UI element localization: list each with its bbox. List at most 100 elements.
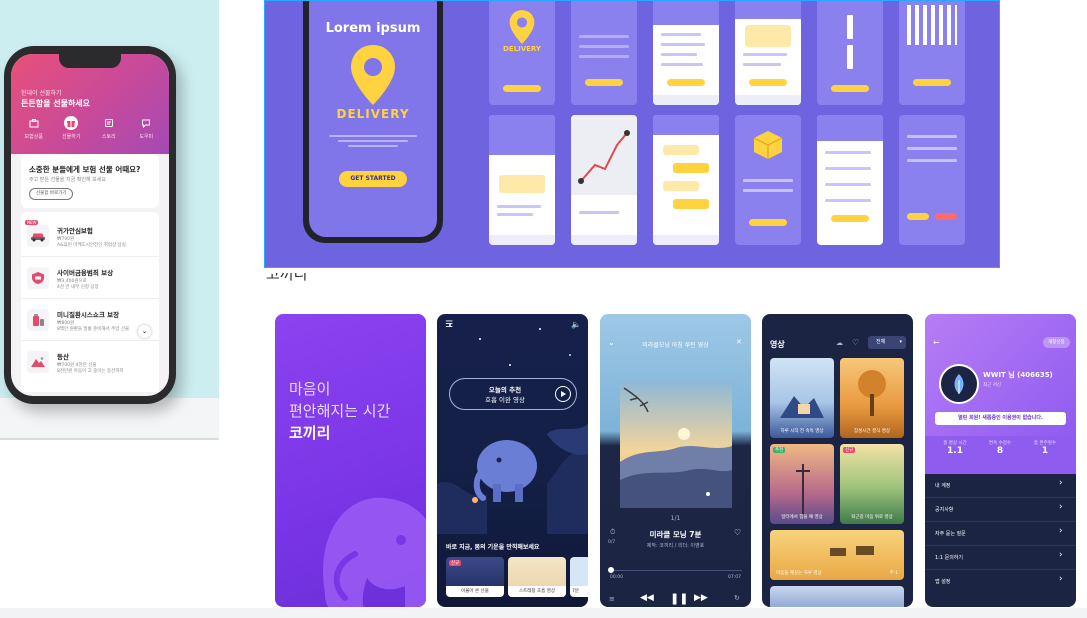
track-title: 미라클 모닝 7분 — [649, 530, 702, 539]
recommend-subtitle: 호흡 이완 영상 — [484, 396, 525, 404]
kokkiri-showcase-panel: 코끼리 마음이 편안해지는 시간 코끼리 ☰ 🔈 오늘의 추천 호흡 이완 영상 — [266, 273, 1087, 608]
menu-item-inquiry[interactable]: 1:1 문의하기 › — [925, 546, 1076, 570]
delivery-settings-card — [899, 115, 965, 245]
menu-item-notices[interactable]: 공지사항 › — [925, 498, 1076, 522]
mini-delivery-brand: DELIVERY — [503, 45, 541, 53]
insurance-phone: 현대이 선물하기 든든함을 선물하세요 보험상품 선물하기 스토리 도우미 소중… — [4, 46, 176, 404]
thumb-label: 이불어 온 선물 — [446, 586, 504, 597]
spring-section-title: 바로 지금, 봄의 기운을 만끽해보세요 — [446, 544, 540, 551]
insurance-header: 현대이 선물하기 든든함을 선물하세요 보험상품 선물하기 스토리 도우미 — [11, 54, 169, 154]
sunrise-artwork — [620, 382, 732, 508]
close-icon[interactable]: ✕ — [736, 338, 742, 346]
video-card[interactable]: 잠성시간 결식 영상 — [840, 358, 904, 438]
mockup-floor — [0, 398, 219, 440]
play-icon[interactable] — [555, 386, 571, 402]
forward-icon[interactable]: ▶▶ — [694, 593, 708, 603]
heart-icon[interactable]: ♡ — [734, 528, 741, 537]
pause-icon[interactable]: ❚❚ — [670, 592, 688, 605]
chevron-right-icon: › — [1059, 478, 1063, 488]
mini-login-button[interactable] — [585, 79, 623, 86]
video-card-wide[interactable]: 마음을 깨끗는 하루 영상 주·1 — [770, 530, 904, 580]
back-icon[interactable]: ← — [933, 338, 940, 347]
mini-order-button[interactable] — [667, 79, 705, 86]
rewind-icon[interactable]: ◀◀ — [640, 593, 654, 603]
product-item[interactable]: 등산 ₩700원 4천만 선물 8천만원 마음이 고 중이는 등산까지 — [21, 342, 159, 382]
tab-story[interactable]: 스토리 — [92, 116, 126, 148]
video-label: 잠성시간 결식 영상 — [854, 429, 890, 434]
mini-package-button[interactable] — [749, 219, 787, 226]
menu-item-account[interactable]: 내 계정 › — [925, 474, 1076, 498]
phone-notch — [59, 54, 121, 68]
chevron-down-icon[interactable]: ⌄ — [138, 325, 151, 338]
delivery-map-card — [571, 115, 637, 245]
product-name: 미니질환시스쇼크 보장 — [57, 311, 120, 319]
recommend-badge: 추천 — [773, 447, 786, 453]
video-label: 퇴근길 마음 위로 영상 — [851, 515, 893, 520]
thumb-card[interactable]: 신규 이불어 온 선물 — [446, 557, 504, 597]
delivery-hero-screen: Lorem ipsum DELIVERY GET STARTED — [309, 1, 437, 237]
kokkiri-home-screen: ☰ 🔈 오늘의 추천 호흡 이완 영상 바로 지금, 봄의 기운을 만끽해보세요… — [437, 314, 588, 607]
video-card-partial[interactable] — [770, 586, 904, 607]
stat-value: 8 — [996, 446, 1004, 456]
playlist-icon[interactable]: ≡ — [609, 595, 615, 603]
recommend-title: 오늘의 추천 — [488, 386, 522, 394]
video-card[interactable]: 추천 일터에서 힘을 예 영상 — [770, 444, 834, 524]
progress-handle[interactable] — [608, 567, 614, 573]
mini-confirm-button[interactable] — [913, 79, 951, 86]
tab-gift[interactable]: 선물하기 — [54, 116, 88, 148]
menu-item-faq[interactable]: 자주 묻는 질문 › — [925, 522, 1076, 546]
video-card[interactable]: 하루 시작 전 속독 영상 — [770, 358, 834, 438]
mini-no-button[interactable] — [935, 213, 957, 220]
product-name: 귀가안심보험 — [57, 227, 93, 235]
tab-products[interactable]: 보험상품 — [17, 116, 51, 148]
stat-meditation: 총 명상 시간 1.1 — [933, 440, 977, 456]
kokkiri-player-screen: ⌄ 미라클모닝 아침 루틴 영상 ✕ 1/1 ⏱ 0/7 미라클 모닝 7분 제… — [600, 314, 751, 607]
membership-notice[interactable]: 열린 회원! 새롭중인 이용권이 없습니다. — [935, 412, 1066, 425]
progress-track[interactable] — [610, 570, 742, 571]
menu-item-settings[interactable]: 앱 설정 › — [925, 570, 1076, 593]
delivery-calendar-card — [899, 1, 965, 105]
product-desc: 8천만원 마음이 고 중이는 등산까지 — [57, 369, 124, 374]
mockup-floor-line — [0, 438, 219, 440]
product-item[interactable]: 사이버금융범죄 보상 ₩3,400원으로 4천 만 내부 인정 상장 — [21, 258, 159, 299]
product-item[interactable]: NEW 귀가안심보험 ₩700원 A&휴먼 마케도시안전인 취업상 상실 — [21, 216, 159, 257]
mini-start-button[interactable] — [503, 85, 541, 92]
mini-profile-button[interactable] — [831, 215, 869, 222]
mini-track-button[interactable] — [831, 85, 869, 92]
delivery-chat-card — [653, 115, 719, 245]
edit-profile-button[interactable]: 개정신청 — [1043, 337, 1070, 348]
menu-item-label: 1:1 문의하기 — [935, 555, 964, 561]
track-counter: 1/1 — [670, 515, 681, 522]
menu-item-label: 앱 설정 — [935, 579, 951, 585]
tab-story-label: 스토리 — [101, 134, 116, 140]
filter-select[interactable]: 전체 ▾ — [868, 336, 906, 349]
heart-icon[interactable]: ♡ — [852, 338, 859, 347]
gift-promo-card: 소중한 분들에게 보험 선물 어때요? 주고 받은 선물을 지금 확인해 보세요… — [21, 154, 159, 208]
thumb-card[interactable]: 스트레칭 호흡 영상 — [508, 557, 566, 597]
repeat-icon[interactable]: ↻ — [734, 594, 740, 602]
elephant-night-illustration — [437, 424, 588, 534]
recommend-card[interactable]: 오늘의 추천 호흡 이완 영상 — [449, 378, 577, 410]
splash-line-1: 마음이 — [289, 380, 331, 398]
gift-promo-subtitle: 주고 받은 선물을 지금 확인해 보세요 — [29, 177, 106, 183]
tab-products-label: 보험상품 — [24, 134, 43, 140]
mini-yes-button[interactable] — [907, 213, 929, 220]
chevron-right-icon: › — [1059, 550, 1063, 560]
profile-name: WWIT 님 (406635) — [983, 371, 1053, 379]
share-icon[interactable]: ☁ — [836, 339, 843, 347]
video-meta: 주·1 — [889, 571, 898, 576]
sound-icon[interactable]: 🔈 — [571, 320, 581, 329]
time-end: 07:07 — [728, 575, 741, 580]
video-card[interactable]: 신규 퇴근길 마음 위로 영상 — [840, 444, 904, 524]
mini-add-button[interactable] — [749, 79, 787, 86]
get-started-button[interactable]: GET STARTED — [339, 171, 407, 187]
tab-helper-label: 도우미 — [139, 134, 154, 140]
avatar — [939, 364, 979, 404]
route-map — [578, 130, 630, 184]
thumb-card[interactable]: 7분 — [570, 557, 588, 597]
story-icon — [102, 116, 116, 130]
chevron-right-icon: › — [1059, 502, 1063, 512]
tab-helper[interactable]: 도우미 — [129, 116, 163, 148]
delivery-login-card — [571, 1, 637, 105]
gift-box-button[interactable]: 선물함 바로가기 — [29, 188, 74, 200]
